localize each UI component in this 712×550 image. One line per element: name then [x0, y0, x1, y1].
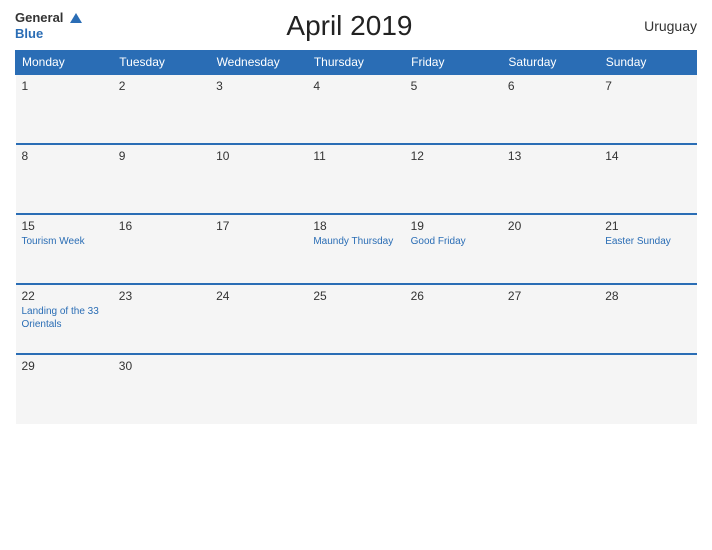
- event-label: Tourism Week: [22, 235, 107, 248]
- day-number: 8: [22, 149, 107, 163]
- calendar-table: MondayTuesdayWednesdayThursdayFridaySatu…: [15, 50, 697, 424]
- logo-general-text: General: [15, 10, 63, 25]
- calendar-cell: 27: [502, 284, 599, 354]
- day-of-week-header: Saturday: [502, 51, 599, 75]
- day-number: 29: [22, 359, 107, 373]
- day-of-week-header: Friday: [405, 51, 502, 75]
- day-number: 6: [508, 79, 593, 93]
- calendar-header: MondayTuesdayWednesdayThursdayFridaySatu…: [16, 51, 697, 75]
- calendar-cell: 24: [210, 284, 307, 354]
- calendar-cell: 19 Good Friday: [405, 214, 502, 284]
- calendar-cell: [405, 354, 502, 424]
- day-of-week-header: Thursday: [307, 51, 404, 75]
- days-of-week-row: MondayTuesdayWednesdayThursdayFridaySatu…: [16, 51, 697, 75]
- event-label: Landing of the 33 Orientals: [22, 305, 107, 331]
- calendar-cell: 9: [113, 144, 210, 214]
- calendar-body: 123456789101112131415Tourism Week161718M…: [16, 74, 697, 424]
- calendar-cell: 5: [405, 74, 502, 144]
- calendar-cell: 10: [210, 144, 307, 214]
- day-number: 19: [411, 219, 496, 233]
- calendar-cell: 25: [307, 284, 404, 354]
- calendar-cell: [307, 354, 404, 424]
- day-number: 13: [508, 149, 593, 163]
- day-number: 25: [313, 289, 398, 303]
- calendar-cell: 14: [599, 144, 696, 214]
- calendar-cell: 7: [599, 74, 696, 144]
- calendar-week-row: 89 10 11 12 13 14: [16, 144, 697, 214]
- calendar-cell: 1: [16, 74, 113, 144]
- day-number: 20: [508, 219, 593, 233]
- calendar-title: April 2019: [82, 10, 617, 42]
- day-number: 3: [216, 79, 301, 93]
- calendar-cell: [210, 354, 307, 424]
- day-number: 1: [22, 79, 107, 93]
- day-of-week-header: Tuesday: [113, 51, 210, 75]
- day-number: 15: [22, 219, 107, 233]
- calendar-week-row: 29 30: [16, 354, 697, 424]
- day-number: 2: [119, 79, 204, 93]
- calendar-cell: 3: [210, 74, 307, 144]
- logo-line1: General: [15, 10, 82, 26]
- day-number: 10: [216, 149, 301, 163]
- day-number: 28: [605, 289, 690, 303]
- day-number: 17: [216, 219, 301, 233]
- calendar-cell: 22 Landing of the 33 Orientals: [16, 284, 113, 354]
- day-number: 11: [313, 149, 398, 163]
- day-number: 24: [216, 289, 301, 303]
- day-number: 18: [313, 219, 398, 233]
- calendar-cell: 6: [502, 74, 599, 144]
- day-of-week-header: Sunday: [599, 51, 696, 75]
- day-number: 5: [411, 79, 496, 93]
- calendar-cell: 30: [113, 354, 210, 424]
- calendar-cell: 23: [113, 284, 210, 354]
- day-of-week-header: Wednesday: [210, 51, 307, 75]
- logo-blue-text: Blue: [15, 26, 43, 41]
- day-number: 27: [508, 289, 593, 303]
- calendar-cell: 26: [405, 284, 502, 354]
- day-number: 9: [119, 149, 204, 163]
- day-of-week-header: Monday: [16, 51, 113, 75]
- calendar-cell: 15 Tourism Week: [16, 214, 113, 284]
- day-number: 4: [313, 79, 398, 93]
- calendar-week-row: 1234567: [16, 74, 697, 144]
- logo: General Blue: [15, 10, 82, 42]
- page: General Blue April 2019 Uruguay MondayTu…: [0, 0, 712, 550]
- country-label: Uruguay: [617, 18, 697, 34]
- calendar-cell: 16: [113, 214, 210, 284]
- calendar-cell: 11: [307, 144, 404, 214]
- logo-triangle-icon: [70, 13, 82, 23]
- event-label: Good Friday: [411, 235, 496, 248]
- day-number: 7: [605, 79, 690, 93]
- calendar-cell: 13: [502, 144, 599, 214]
- day-number: 12: [411, 149, 496, 163]
- calendar-cell: 18 Maundy Thursday: [307, 214, 404, 284]
- day-number: 14: [605, 149, 690, 163]
- calendar-cell: 8: [16, 144, 113, 214]
- event-label: Easter Sunday: [605, 235, 690, 248]
- calendar-cell: 12: [405, 144, 502, 214]
- calendar-week-row: 15 Tourism Week 16 17 18 Maundy Thursday 19 Goo…: [16, 214, 697, 284]
- day-number: 30: [119, 359, 204, 373]
- calendar-cell: 17: [210, 214, 307, 284]
- calendar-cell: 28: [599, 284, 696, 354]
- day-number: 23: [119, 289, 204, 303]
- calendar-cell: 29: [16, 354, 113, 424]
- calendar-cell: 20: [502, 214, 599, 284]
- calendar-week-row: 22 Landing of the 33 Orientals 23 24 25 26 27 2…: [16, 284, 697, 354]
- day-number: 16: [119, 219, 204, 233]
- event-label: Maundy Thursday: [313, 235, 398, 248]
- calendar-cell: 21 Easter Sunday: [599, 214, 696, 284]
- day-number: 22: [22, 289, 107, 303]
- calendar-cell: [599, 354, 696, 424]
- calendar-cell: [502, 354, 599, 424]
- header: General Blue April 2019 Uruguay: [15, 10, 697, 42]
- calendar-cell: 2: [113, 74, 210, 144]
- calendar-cell: 4: [307, 74, 404, 144]
- day-number: 21: [605, 219, 690, 233]
- day-number: 26: [411, 289, 496, 303]
